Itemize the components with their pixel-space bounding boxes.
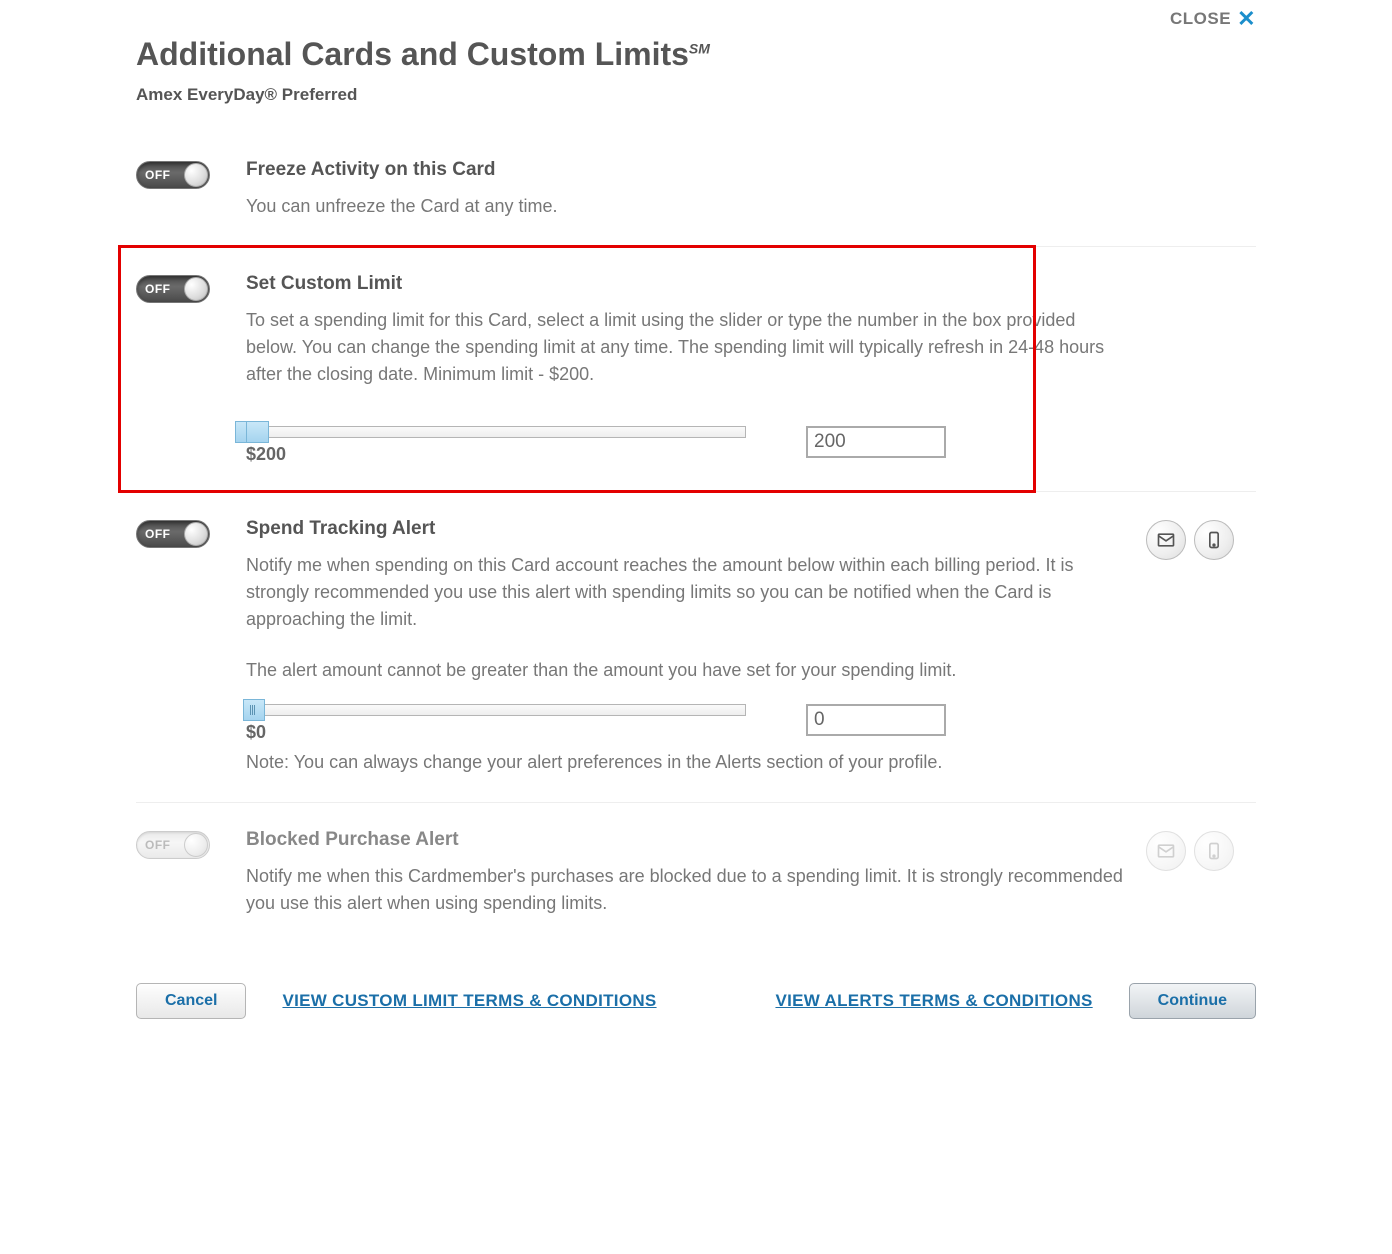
spend-alert-input[interactable] [806, 704, 946, 736]
spend-alert-desc: Notify me when spending on this Card acc… [246, 552, 1126, 633]
custom-limit-title: Set Custom Limit [246, 273, 1126, 295]
page-title: Additional Cards and Custom LimitsSM [136, 36, 1256, 73]
toggle-knob [184, 163, 208, 187]
freeze-toggle-label: OFF [145, 168, 171, 182]
mobile-icon[interactable] [1194, 520, 1234, 560]
cancel-button[interactable]: Cancel [136, 983, 246, 1019]
custom-limit-slider-label: $200 [246, 444, 746, 465]
spend-alert-toggle[interactable]: OFF [136, 520, 210, 548]
custom-limit-input[interactable] [806, 426, 946, 458]
sm-mark: SM [689, 40, 710, 56]
card-name: Amex EveryDay® Preferred [136, 85, 1256, 105]
spend-alert-slider-label: $0 [246, 722, 746, 743]
close-icon: ✕ [1237, 8, 1256, 30]
slider-thumb[interactable] [235, 421, 269, 443]
spend-alert-desc2: The alert amount cannot be greater than … [246, 657, 1126, 684]
custom-limit-desc: To set a spending limit for this Card, s… [246, 307, 1126, 388]
blocked-alert-toggle[interactable]: OFF [136, 831, 210, 859]
custom-limit-toggle[interactable]: OFF [136, 275, 210, 303]
email-icon[interactable] [1146, 520, 1186, 560]
freeze-title: Freeze Activity on this Card [246, 159, 1126, 181]
mobile-icon-disabled [1194, 831, 1234, 871]
slider-thumb[interactable] [243, 699, 265, 721]
toggle-knob [184, 833, 208, 857]
toggle-knob [184, 522, 208, 546]
close-button[interactable]: CLOSE ✕ [1170, 8, 1256, 30]
close-label: CLOSE [1170, 9, 1231, 29]
spend-alert-slider[interactable] [246, 704, 746, 716]
custom-limit-slider[interactable] [246, 426, 746, 438]
alerts-tc-link[interactable]: VIEW ALERTS TERMS & CONDITIONS [775, 991, 1092, 1011]
spend-alert-title: Spend Tracking Alert [246, 518, 1126, 540]
spend-alert-toggle-label: OFF [145, 527, 171, 541]
toggle-knob [184, 277, 208, 301]
blocked-alert-title: Blocked Purchase Alert [246, 829, 1126, 851]
page-title-text: Additional Cards and Custom Limits [136, 36, 689, 72]
custom-limit-tc-link[interactable]: VIEW CUSTOM LIMIT TERMS & CONDITIONS [282, 991, 656, 1011]
freeze-desc: You can unfreeze the Card at any time. [246, 193, 1126, 220]
blocked-alert-desc: Notify me when this Cardmember's purchas… [246, 863, 1126, 917]
email-icon-disabled [1146, 831, 1186, 871]
freeze-toggle[interactable]: OFF [136, 161, 210, 189]
custom-limit-toggle-label: OFF [145, 282, 171, 296]
spend-alert-note: Note: You can always change your alert p… [246, 749, 1126, 776]
blocked-alert-toggle-label: OFF [145, 838, 171, 852]
continue-button[interactable]: Continue [1129, 983, 1256, 1019]
